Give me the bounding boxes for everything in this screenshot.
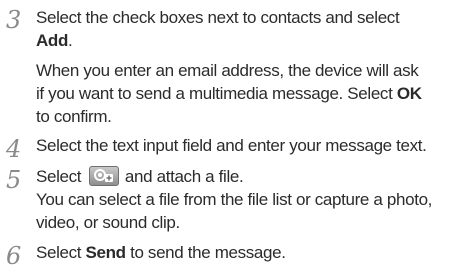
step-number: 5 (6, 166, 22, 194)
step-3-line-2: Add. (36, 30, 73, 52)
step-text: video, or sound clip. (36, 213, 180, 232)
step-5-line-3: video, or sound clip. (36, 212, 180, 234)
attach-file-icon (88, 166, 119, 186)
step-text: to confirm. (36, 107, 112, 126)
step-text: and attach a file. (124, 167, 244, 186)
step-5-line-1: Select and attach a file. (36, 166, 244, 188)
step-text: to send the message. (125, 243, 286, 262)
step-4-line-1: Select the text input field and enter yo… (36, 135, 427, 157)
step-text: You can select a file from the file list… (36, 190, 433, 209)
step-3-line-4: if you want to send a multimedia message… (36, 83, 422, 105)
step-text: When you enter an email address, the dev… (36, 61, 419, 80)
send-option-label: Send (85, 243, 127, 262)
add-option-label: Add (36, 31, 68, 50)
step-5-line-2: You can select a file from the file list… (36, 189, 432, 211)
step-3-line-3: When you enter an email address, the dev… (36, 60, 419, 82)
step-text: Select (36, 243, 86, 262)
step-text: Select (36, 167, 82, 186)
step-number: 3 (6, 6, 22, 34)
step-number: 4 (6, 135, 22, 163)
step-text: Select the check boxes next to contacts … (36, 8, 400, 27)
step-number: 6 (6, 242, 22, 270)
ok-option-label: OK (396, 84, 422, 103)
instruction-document: 3 Select the check boxes next to contact… (0, 0, 456, 269)
step-text: . (68, 31, 73, 50)
step-6-line-1: Select Send to send the message. (36, 242, 286, 264)
step-3-line-5: to confirm. (36, 106, 112, 128)
step-3-line-1: Select the check boxes next to contacts … (36, 7, 400, 29)
step-text: if you want to send a multimedia message… (36, 84, 397, 103)
step-text: Select the text input field and enter yo… (36, 136, 427, 155)
